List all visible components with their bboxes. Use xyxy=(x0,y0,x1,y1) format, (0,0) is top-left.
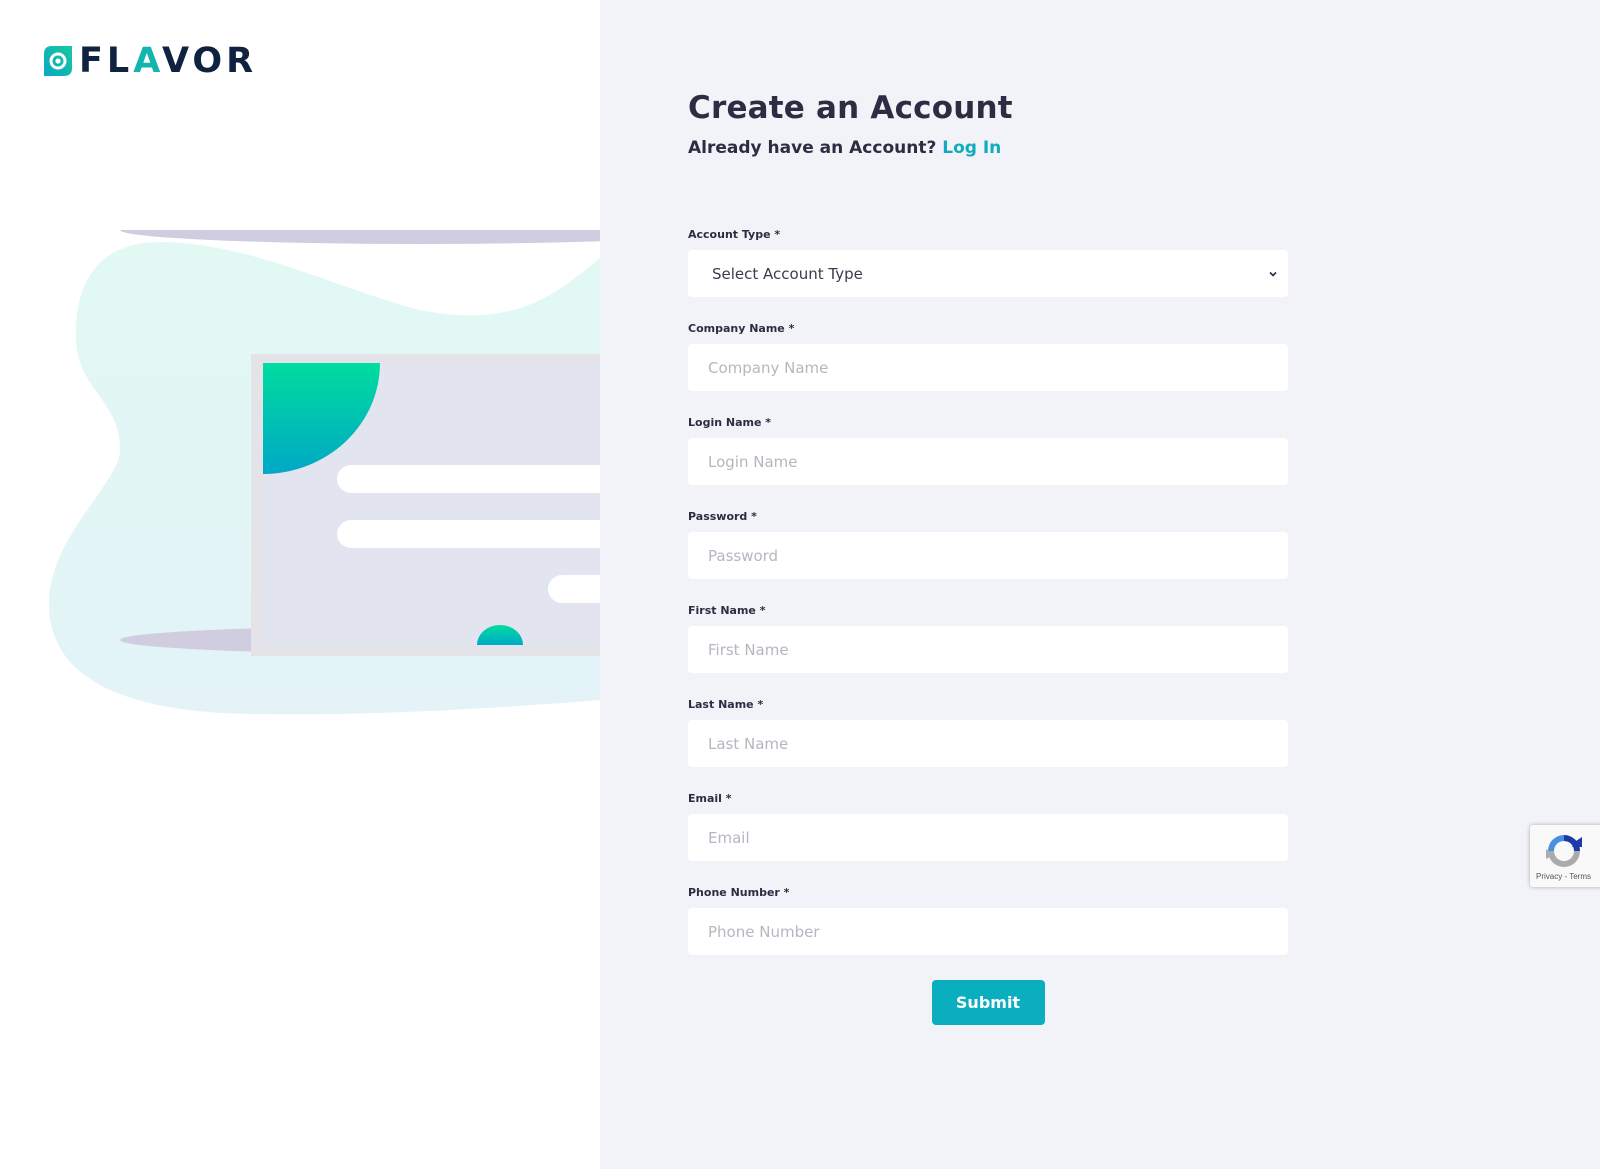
password-field: Password * xyxy=(688,510,1288,579)
email-field: Email * xyxy=(688,792,1288,861)
account-type-value: Select Account Type xyxy=(712,264,863,283)
submit-row: Submit xyxy=(688,980,1288,1025)
phone-number-label: Phone Number * xyxy=(688,886,790,899)
phone-number-input[interactable] xyxy=(688,908,1288,955)
recaptcha-badge[interactable]: Privacy - Terms xyxy=(1530,825,1600,887)
first-name-field: First Name * xyxy=(688,604,1288,673)
password-input[interactable] xyxy=(688,532,1288,579)
email-input[interactable] xyxy=(688,814,1288,861)
placeholder-bar-2 xyxy=(337,520,600,548)
recaptcha-terms-link[interactable]: Terms xyxy=(1569,872,1591,881)
company-name-label: Company Name * xyxy=(688,322,795,335)
page-title: Create an Account xyxy=(688,90,1013,126)
login-name-label: Login Name * xyxy=(688,416,772,429)
recaptcha-privacy-link[interactable]: Privacy xyxy=(1536,872,1562,881)
first-name-label: First Name * xyxy=(688,604,766,617)
login-link[interactable]: Log In xyxy=(942,138,1001,158)
form-fields: Account Type * Select Account Type Compa… xyxy=(688,228,1288,955)
recaptcha-icon xyxy=(1546,835,1582,867)
login-name-input[interactable] xyxy=(688,438,1288,485)
signup-form: Create an Account Already have an Accoun… xyxy=(688,88,1288,1025)
first-name-input[interactable] xyxy=(688,626,1288,673)
account-type-select[interactable]: Select Account Type xyxy=(688,250,1288,297)
email-label: Email * xyxy=(688,792,732,805)
laptop-shadow xyxy=(120,230,600,244)
recaptcha-links: Privacy - Terms xyxy=(1536,872,1591,881)
login-prompt-text: Already have an Account? xyxy=(688,138,937,158)
flavor-logo-icon xyxy=(44,46,72,76)
last-name-input[interactable] xyxy=(688,720,1288,767)
company-name-field: Company Name * xyxy=(688,322,1288,391)
last-name-field: Last Name * xyxy=(688,698,1288,767)
brand-logo[interactable]: FLAVOR xyxy=(44,41,258,81)
hero-illustration xyxy=(49,230,600,715)
password-label: Password * xyxy=(688,510,757,523)
placeholder-bar-3 xyxy=(548,575,600,603)
chevron-down-icon xyxy=(1269,271,1277,277)
account-type-label: Account Type * xyxy=(688,228,781,241)
last-name-label: Last Name * xyxy=(688,698,764,711)
account-type-field: Account Type * Select Account Type xyxy=(688,228,1288,297)
login-prompt: Already have an Account? Log In xyxy=(688,136,1288,160)
left-pane: FLAVOR xyxy=(0,0,600,1169)
submit-button[interactable]: Submit xyxy=(931,980,1045,1025)
brand-wordmark: FLAVOR xyxy=(79,41,258,81)
company-name-input[interactable] xyxy=(688,344,1288,391)
login-name-field: Login Name * xyxy=(688,416,1288,485)
phone-number-field: Phone Number * xyxy=(688,886,1288,955)
placeholder-bar-1 xyxy=(337,465,600,493)
form-pane: Create an Account Already have an Accoun… xyxy=(600,0,1600,1169)
